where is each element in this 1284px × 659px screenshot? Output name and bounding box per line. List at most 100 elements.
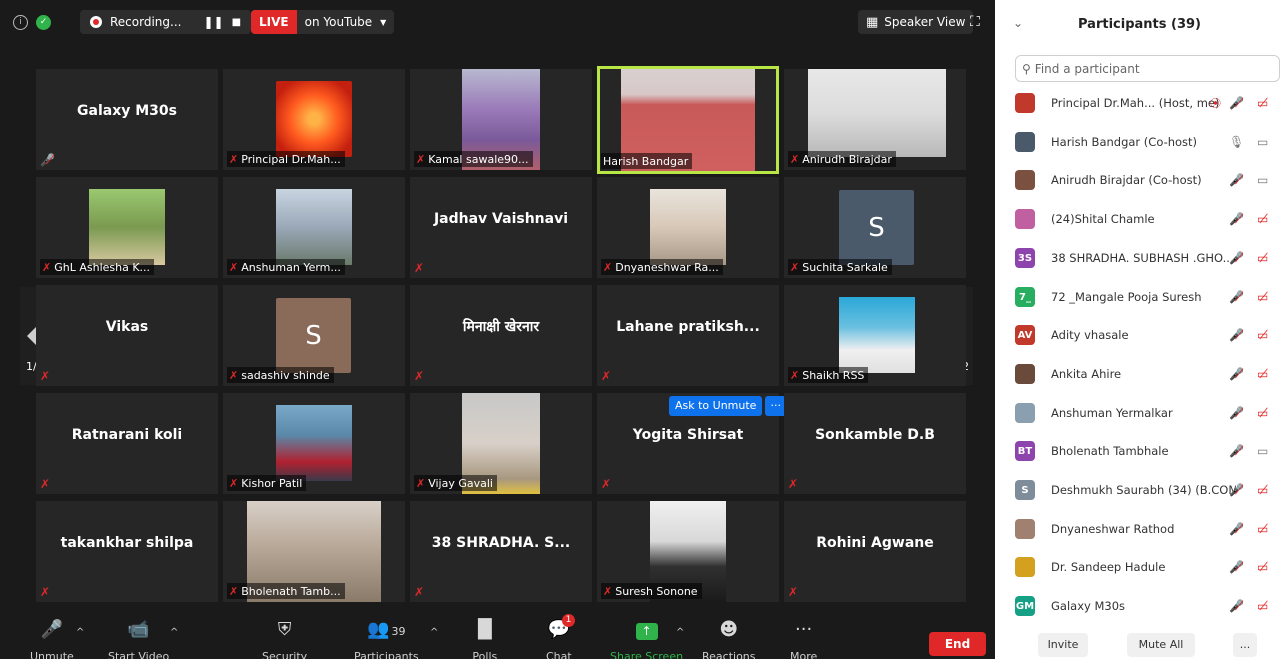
video-tile[interactable]: Rohini Agwane ✗ bbox=[784, 501, 966, 602]
tile-name-label: ✗ Bholenath Tamb... bbox=[227, 583, 345, 599]
camera-on-icon[interactable]: ▭ bbox=[1257, 444, 1268, 458]
camera-on-icon[interactable]: ▭ bbox=[1257, 135, 1268, 149]
camera-on-icon[interactable]: ▭ bbox=[1257, 173, 1268, 187]
video-tile[interactable]: ✗ Vijay Gavali bbox=[410, 393, 592, 494]
share-screen-button[interactable]: ↑ Share Screen bbox=[610, 618, 683, 659]
video-tile[interactable]: ✗ Bholenath Tamb... bbox=[223, 501, 405, 602]
participant-row[interactable]: (24)Shital Chamle 🎤̸ ▭̸ bbox=[1015, 200, 1280, 238]
stop-recording-icon[interactable]: ■ bbox=[232, 17, 241, 28]
end-meeting-button[interactable]: End bbox=[929, 632, 986, 656]
chat-button[interactable]: 💬 1 Chat bbox=[546, 614, 576, 659]
participant-row[interactable]: Principal Dr.Mah... (Host, me) ⦿ 🎤̸ ▭̸ bbox=[1015, 84, 1280, 122]
info-icon[interactable]: i bbox=[13, 10, 28, 34]
video-tile[interactable]: मिनाक्षी खेरनार ✗ bbox=[410, 285, 592, 386]
participant-name: Bholenath Tambhale bbox=[1051, 444, 1169, 458]
mic-muted-icon[interactable]: 🎤̸ bbox=[1229, 290, 1244, 304]
participants-button[interactable]: 👥 39 Participants bbox=[354, 618, 419, 659]
speaker-view-button[interactable]: ▦ Speaker View bbox=[858, 10, 974, 34]
audio-options-caret[interactable]: ^ bbox=[76, 627, 84, 638]
active-speaker-tile[interactable]: Harish Bandgar bbox=[597, 66, 779, 174]
mic-muted-icon[interactable]: 🎤̸ bbox=[1229, 96, 1244, 110]
camera-off-icon[interactable]: ▭̸ bbox=[1257, 328, 1268, 342]
mic-muted-icon[interactable]: 🎤̸ bbox=[1229, 212, 1244, 226]
camera-off-icon[interactable]: ▭̸ bbox=[1257, 212, 1268, 226]
video-tile[interactable]: S ✗ Suchita Sarkale bbox=[784, 177, 966, 278]
participant-name: 38 SHRADHA. SUBHASH .GHO... bbox=[1051, 251, 1234, 265]
share-options-caret[interactable]: ^ bbox=[676, 627, 684, 638]
video-tile[interactable]: ✗ Principal Dr.Mah... bbox=[223, 69, 405, 170]
participant-search[interactable]: ⚲ bbox=[1015, 55, 1280, 82]
camera-off-icon[interactable]: ▭̸ bbox=[1257, 367, 1268, 381]
mute-all-button[interactable]: Mute All bbox=[1127, 633, 1195, 657]
camera-off-icon[interactable]: ▭̸ bbox=[1257, 599, 1268, 613]
mic-on-icon[interactable]: 🎙 bbox=[1229, 135, 1244, 149]
video-tile[interactable]: ✗ Dnyaneshwar Ra... bbox=[597, 177, 779, 278]
participant-row[interactable]: 3S 38 SHRADHA. SUBHASH .GHO... 🎤̸ ▭̸ bbox=[1015, 239, 1280, 277]
search-input[interactable] bbox=[1034, 61, 1265, 76]
reactions-button[interactable]: ☻ Reactions bbox=[702, 618, 756, 659]
recording-indicator[interactable]: Recording... ❚❚ ■ bbox=[80, 10, 252, 34]
mic-muted-icon[interactable]: 🎤̸ bbox=[1229, 251, 1244, 265]
video-tile[interactable]: Sonkamble D.B ✗ bbox=[784, 393, 966, 494]
video-tile[interactable]: S ✗ sadashiv shinde bbox=[223, 285, 405, 386]
video-tile[interactable]: Jadhav Vaishnavi ✗ bbox=[410, 177, 592, 278]
video-tile[interactable]: Vikas ✗ bbox=[36, 285, 218, 386]
camera-off-icon[interactable]: ▭̸ bbox=[1257, 406, 1268, 420]
ask-to-unmute-group: Ask to Unmute ··· bbox=[669, 396, 786, 416]
mic-muted-icon[interactable]: 🎤̸ bbox=[1229, 367, 1244, 381]
video-tile[interactable]: ✗ Anshuman Yerm... bbox=[223, 177, 405, 278]
fullscreen-icon[interactable]: ⛶ bbox=[970, 10, 980, 34]
participant-row[interactable]: GM Galaxy M30s 🎤̸ ▭̸ bbox=[1015, 587, 1280, 625]
avatar: 3S bbox=[1015, 248, 1035, 268]
invite-button[interactable]: Invite bbox=[1038, 633, 1088, 657]
camera-off-icon[interactable]: ▭̸ bbox=[1257, 251, 1268, 265]
ask-to-unmute-button[interactable]: Ask to Unmute bbox=[669, 396, 763, 416]
polls-button[interactable]: ▐▌ Polls bbox=[471, 618, 499, 659]
participant-row[interactable]: BT Bholenath Tambhale 🎤̸ ▭ bbox=[1015, 432, 1280, 470]
video-tile[interactable]: Lahane pratiksh... ✗ bbox=[597, 285, 779, 386]
participant-row[interactable]: Dnyaneshwar Rathod 🎤̸ ▭̸ bbox=[1015, 510, 1280, 548]
mic-muted-icon[interactable]: 🎤̸ bbox=[1229, 328, 1244, 342]
more-button[interactable]: ··· More bbox=[790, 618, 817, 659]
video-tile[interactable]: 38 SHRADHA. S... ✗ bbox=[410, 501, 592, 602]
panel-more-button[interactable]: ... bbox=[1233, 633, 1257, 657]
tile-more-button[interactable]: ··· bbox=[765, 396, 786, 416]
participants-options-caret[interactable]: ^ bbox=[430, 627, 438, 638]
mic-muted-icon[interactable]: 🎤̸ bbox=[1229, 599, 1244, 613]
start-video-button[interactable]: 📹 Start Video bbox=[108, 618, 169, 659]
participant-row[interactable]: Anshuman Yermalkar 🎤̸ ▭̸ bbox=[1015, 394, 1280, 432]
participant-row[interactable]: AV Adity vhasale 🎤̸ ▭̸ bbox=[1015, 316, 1280, 354]
participant-row[interactable]: 7_ 72 _Mangale Pooja Suresh 🎤̸ ▭̸ bbox=[1015, 278, 1280, 316]
video-options-caret[interactable]: ^ bbox=[170, 627, 178, 638]
mic-muted-icon[interactable]: 🎤̸ bbox=[1229, 560, 1244, 574]
security-button[interactable]: ⛨ Security bbox=[262, 618, 307, 659]
participant-row[interactable]: Harish Bandgar (Co-host) 🎙 ▭ bbox=[1015, 123, 1280, 161]
video-tile[interactable]: ✗ GhL Ashlesha K... bbox=[36, 177, 218, 278]
camera-off-icon[interactable]: ▭̸ bbox=[1257, 560, 1268, 574]
participant-row[interactable]: Anirudh Birajdar (Co-host) 🎤̸ ▭ bbox=[1015, 161, 1280, 199]
pause-recording-icon[interactable]: ❚❚ bbox=[203, 15, 223, 29]
camera-off-icon[interactable]: ▭̸ bbox=[1257, 483, 1268, 497]
video-tile[interactable]: Ratnarani koli ✗ bbox=[36, 393, 218, 494]
encryption-shield-icon[interactable]: ✓ bbox=[36, 10, 51, 34]
mic-muted-icon[interactable]: 🎤̸ bbox=[1229, 483, 1244, 497]
camera-off-icon[interactable]: ▭̸ bbox=[1257, 290, 1268, 304]
camera-off-icon[interactable]: ▭̸ bbox=[1257, 96, 1268, 110]
mic-muted-icon[interactable]: 🎤̸ bbox=[1229, 173, 1244, 187]
mic-muted-icon[interactable]: 🎤̸ bbox=[1229, 444, 1244, 458]
mic-muted-icon[interactable]: 🎤̸ bbox=[1229, 522, 1244, 536]
camera-off-icon[interactable]: ▭̸ bbox=[1257, 522, 1268, 536]
video-tile[interactable]: ✗ Suresh Sonone bbox=[597, 501, 779, 602]
participant-row[interactable]: Ankita Ahire 🎤̸ ▭̸ bbox=[1015, 355, 1280, 393]
video-tile[interactable]: ✗ Shaikh RSS bbox=[784, 285, 966, 386]
unmute-button[interactable]: 🎤 Unmute bbox=[30, 618, 74, 659]
video-tile[interactable]: takankhar shilpa ✗ bbox=[36, 501, 218, 602]
video-tile[interactable]: ✗ Kamal sawale90... bbox=[410, 69, 592, 170]
video-tile[interactable]: ✗ Kishor Patil bbox=[223, 393, 405, 494]
live-stream-button[interactable]: LIVE on YouTube ▼ bbox=[251, 10, 395, 34]
video-tile[interactable]: ✗ Anirudh Birajdar bbox=[784, 69, 966, 170]
participant-row[interactable]: Dr. Sandeep Hadule 🎤̸ ▭̸ bbox=[1015, 548, 1280, 586]
video-tile[interactable]: Galaxy M30s 🎤̸ bbox=[36, 69, 218, 170]
participant-row[interactable]: S Deshmukh Saurabh (34) (B.COM) 🎤̸ ▭̸ bbox=[1015, 471, 1280, 509]
mic-muted-icon[interactable]: 🎤̸ bbox=[1229, 406, 1244, 420]
